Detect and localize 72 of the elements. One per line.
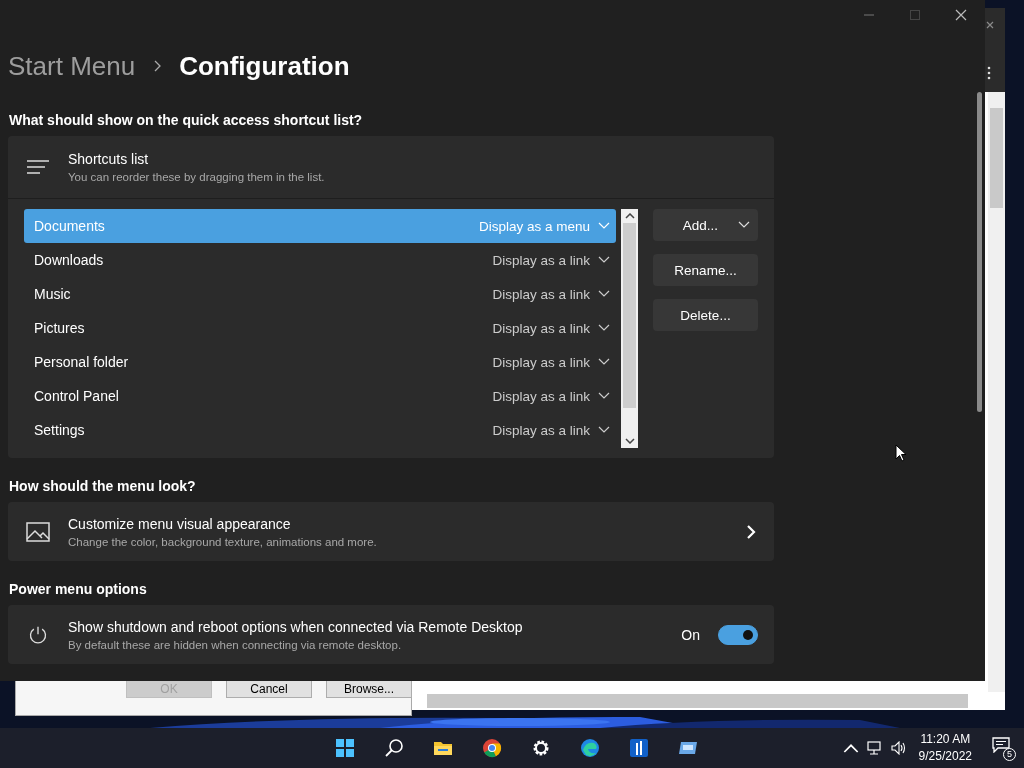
- shortcut-item[interactable]: Personal folder Display as a link: [24, 345, 616, 379]
- scrollbar[interactable]: [427, 694, 968, 708]
- scrollbar[interactable]: [621, 209, 638, 448]
- chevron-right-icon: [746, 523, 756, 540]
- wave-logo-icon[interactable]: [579, 738, 600, 758]
- browser-icon[interactable]: [481, 738, 502, 758]
- scrollbar[interactable]: [977, 92, 982, 412]
- toggle-switch[interactable]: [718, 624, 758, 645]
- notification-count: 5: [1003, 748, 1016, 761]
- action-button[interactable]: Rename...: [653, 254, 758, 286]
- cursor-icon: [895, 444, 907, 462]
- chevron-down-icon: [598, 392, 610, 400]
- dialog-button[interactable]: Browse...: [326, 681, 412, 698]
- display-dropdown[interactable]: Display as a link: [492, 286, 610, 302]
- item-name: Documents: [34, 218, 105, 234]
- app-icon[interactable]: [628, 738, 649, 758]
- add-button[interactable]: Add...: [653, 209, 758, 241]
- item-name: Pictures: [34, 320, 85, 336]
- close-icon[interactable]: [955, 9, 967, 21]
- caret-up-icon[interactable]: [624, 213, 635, 219]
- chevron-down-icon: [598, 222, 610, 230]
- search-icon[interactable]: [383, 738, 404, 758]
- chevron-down-icon: [598, 290, 610, 298]
- item-name: Personal folder: [34, 354, 129, 370]
- notification-icon[interactable]: [992, 737, 1010, 753]
- item-name: Downloads: [34, 252, 104, 268]
- shortcut-item[interactable]: Pictures Display as a link: [24, 311, 616, 345]
- card-title: Show shutdown and reboot options when connected via Remote Desktop: [68, 618, 524, 635]
- list-icon: [26, 157, 50, 177]
- scrollbar[interactable]: [988, 92, 1005, 692]
- card-subtitle: By default these are hidden when connecting via remote desktop.: [68, 638, 403, 651]
- clock[interactable]: 11:20 AM 9/25/2022: [918, 731, 972, 765]
- item-name: Settings: [34, 422, 85, 438]
- display-dropdown[interactable]: Display as a link: [492, 320, 610, 336]
- section-heading: How should the menu look?: [8, 477, 197, 496]
- clock-time: 11:20 AM: [920, 731, 971, 748]
- display-dropdown[interactable]: Display as a link: [492, 422, 610, 438]
- chevron-down-icon: [598, 426, 610, 434]
- clock-date: 9/25/2022: [918, 748, 972, 765]
- display-dropdown[interactable]: Display as a link: [492, 388, 610, 404]
- item-name: Music: [34, 286, 71, 302]
- close-icon[interactable]: [985, 20, 995, 30]
- card-title: Customize menu visual appearance: [68, 515, 292, 532]
- card-title: Shortcuts list: [68, 151, 150, 167]
- shortcut-item[interactable]: Music Display as a link: [24, 277, 616, 311]
- display-dropdown[interactable]: Display as a link: [492, 252, 610, 268]
- display-dropdown[interactable]: Display as a link: [492, 354, 610, 370]
- appearance-card[interactable]: Customize menu visual appearance Change the color, background texture, animations and more.: [8, 502, 774, 561]
- section-heading: What should show on the quick access shortcut list?: [8, 111, 364, 130]
- toggle-state-label: On: [681, 626, 700, 643]
- section-heading: Power menu options: [8, 580, 148, 599]
- shortcut-item[interactable]: Control Panel Display as a link: [24, 379, 616, 413]
- shortcut-item[interactable]: Downloads Display as a link: [24, 243, 616, 277]
- more-icon[interactable]: [987, 66, 991, 80]
- chevron-down-icon: [598, 358, 610, 366]
- network-icon[interactable]: [866, 741, 883, 755]
- card-subtitle: You can reorder these by dragging them in the list.: [68, 171, 325, 183]
- chevron-right-icon: [153, 60, 162, 72]
- action-button[interactable]: Delete...: [653, 299, 758, 331]
- shortcut-item[interactable]: Settings Display as a link: [24, 413, 616, 447]
- image-icon: [26, 521, 50, 542]
- breadcrumb-item[interactable]: Start Menu: [8, 50, 136, 82]
- breadcrumb-item: Configuration: [179, 50, 350, 82]
- item-name: Control Panel: [34, 388, 119, 404]
- windows-logo-icon[interactable]: [334, 738, 355, 758]
- volume-icon[interactable]: [890, 741, 907, 755]
- chevron-down-icon: [598, 256, 610, 264]
- chevron-down-icon: [738, 221, 750, 229]
- dialog-button[interactable]: Cancel: [226, 681, 312, 698]
- card-subtitle: Change the color, background texture, animations and more.: [68, 535, 378, 548]
- chevron-down-icon: [598, 324, 610, 332]
- caret-down-icon[interactable]: [624, 438, 635, 444]
